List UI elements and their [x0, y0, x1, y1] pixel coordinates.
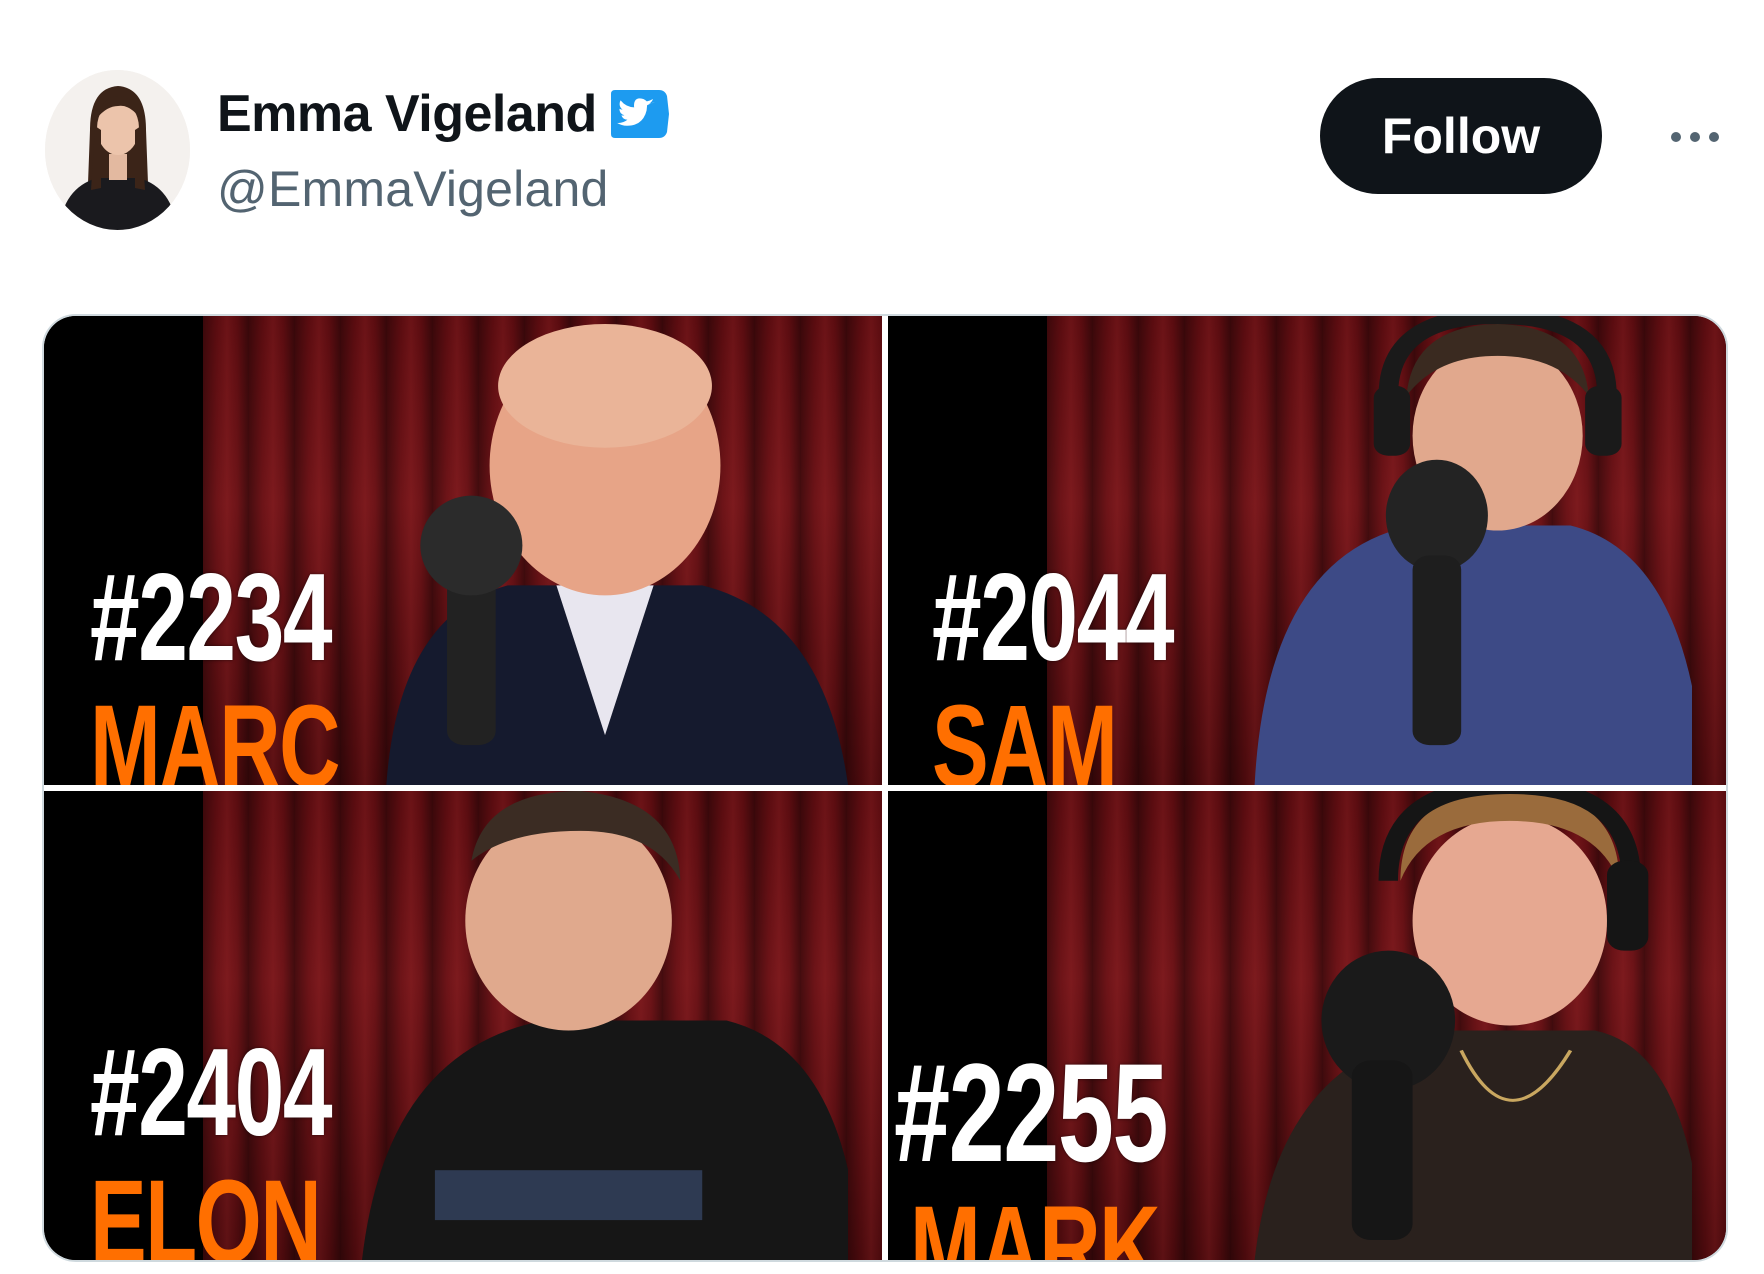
episode-number: #2044: [932, 549, 1175, 687]
guest-name: MARK: [910, 1182, 1161, 1260]
media-grid: #2234 MARC #2044 SAM #2404 ELON #2255 MA…: [44, 316, 1726, 1260]
episode-number: #2234: [90, 549, 333, 687]
name-row: Emma Vigeland: [217, 82, 671, 146]
more-dot: [1709, 132, 1719, 142]
guest-photo: [362, 316, 849, 785]
more-options-icon[interactable]: [1660, 112, 1730, 162]
display-name[interactable]: Emma Vigeland: [217, 84, 597, 144]
episode-number: #2255: [894, 1034, 1169, 1191]
media-tile[interactable]: #2404 ELON: [44, 791, 882, 1260]
guest-photo: [1206, 791, 1693, 1260]
media-card: #2234 MARC #2044 SAM #2404 ELON #2255 MA…: [42, 314, 1728, 1262]
guest-photo: [1206, 316, 1693, 785]
media-tile[interactable]: #2044 SAM: [888, 316, 1726, 785]
verified-badge-icon[interactable]: [609, 86, 671, 142]
more-dot: [1690, 132, 1700, 142]
guest-photo: [362, 791, 849, 1260]
author-info: Emma Vigeland @EmmaVigeland: [217, 82, 671, 218]
guest-name: SAM: [932, 681, 1118, 785]
author-handle[interactable]: @EmmaVigeland: [217, 160, 671, 218]
media-tile[interactable]: #2234 MARC: [44, 316, 882, 785]
profile-photo-icon: [45, 70, 190, 230]
media-tile[interactable]: #2255 MARK: [888, 791, 1726, 1260]
episode-number: #2404: [90, 1024, 333, 1162]
follow-button[interactable]: Follow: [1320, 78, 1602, 194]
more-dot: [1671, 132, 1681, 142]
guest-name: ELON: [90, 1156, 322, 1260]
guest-name: MARC: [90, 681, 341, 785]
avatar[interactable]: [45, 70, 190, 230]
tweet-header: Emma Vigeland @EmmaVigeland Follow: [0, 0, 1764, 250]
